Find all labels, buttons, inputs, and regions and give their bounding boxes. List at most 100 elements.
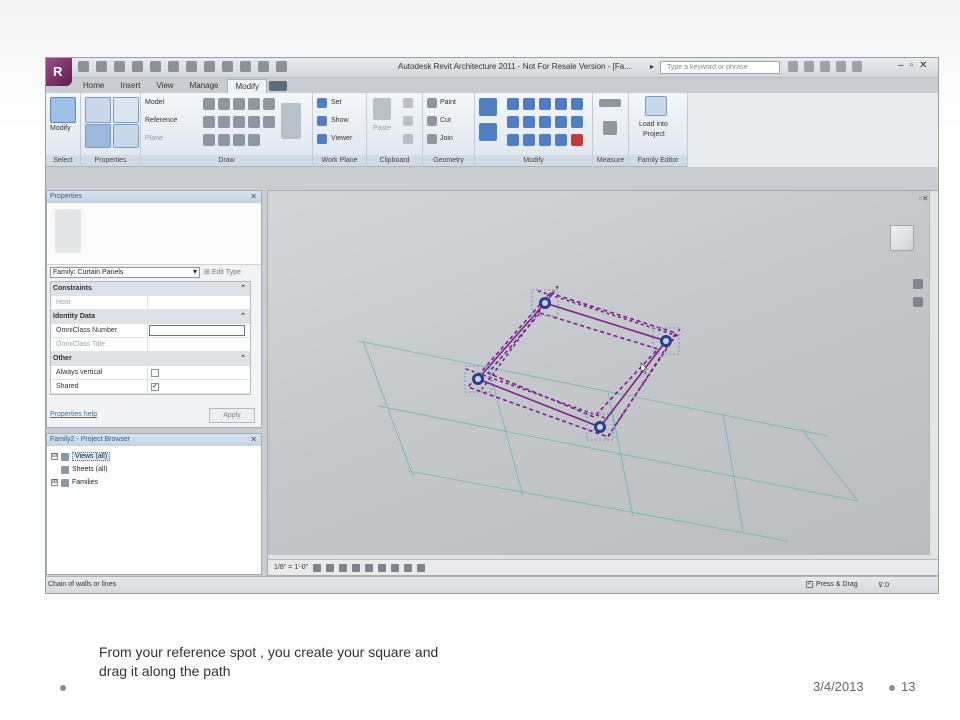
shared-checkbox[interactable]: ✓: [151, 383, 159, 391]
lock-view-icon[interactable]: [391, 563, 400, 572]
binoculars-icon[interactable]: [788, 61, 798, 72]
paint-icon[interactable]: [427, 98, 437, 108]
collapse-toggle-icon[interactable]: ⊟: [51, 453, 58, 460]
scale-icon[interactable]: [571, 116, 583, 128]
align-icon[interactable]: [479, 98, 497, 116]
temporary-hide-icon[interactable]: [404, 563, 413, 572]
reference-line-button[interactable]: Reference: [145, 117, 177, 124]
paste-button[interactable]: Paste: [373, 125, 391, 132]
unpin-icon[interactable]: [539, 134, 551, 146]
arc-start-end-icon[interactable]: [203, 116, 215, 128]
point-element-icon[interactable]: [218, 134, 230, 146]
match-properties-icon[interactable]: [403, 134, 413, 144]
join-icon[interactable]: [427, 134, 437, 144]
mirror-axis-icon[interactable]: [523, 98, 535, 110]
favorites-icon[interactable]: [836, 61, 846, 72]
line-icon[interactable]: [203, 98, 215, 110]
split-gap-icon[interactable]: [523, 134, 535, 146]
tab-insert[interactable]: Insert: [113, 79, 147, 93]
adaptive-point[interactable]: [464, 365, 492, 393]
measure-distance-icon[interactable]: [599, 99, 621, 107]
open-icon[interactable]: [78, 61, 89, 72]
rotate-icon[interactable]: [523, 116, 535, 128]
split-icon[interactable]: [555, 98, 567, 110]
dimension-icon[interactable]: [603, 121, 617, 135]
pick-lines-icon[interactable]: [203, 134, 215, 146]
tab-home[interactable]: Home: [76, 79, 111, 93]
tree-node-views[interactable]: ⊟ Views (all): [51, 450, 261, 463]
steering-wheel-icon[interactable]: [913, 279, 923, 289]
plane-button[interactable]: Plane: [145, 135, 163, 142]
vertical-scrollbar[interactable]: [929, 191, 938, 561]
drawing-viewport[interactable]: ▫✕ 1/8" = 1'-0": [267, 190, 939, 577]
join-button[interactable]: Join: [440, 135, 453, 142]
subscription-icon[interactable]: [804, 61, 814, 72]
undo-icon[interactable]: [114, 61, 125, 72]
search-expand-icon[interactable]: ▸: [650, 62, 654, 71]
copy-icon[interactable]: [403, 116, 413, 126]
ribbon-minimize-toggle[interactable]: [269, 81, 288, 91]
collapse-icon[interactable]: ⌃: [240, 310, 246, 323]
redo-icon[interactable]: [132, 61, 143, 72]
close-button[interactable]: ✕: [919, 60, 927, 71]
array-icon[interactable]: [555, 116, 567, 128]
always-vertical-checkbox[interactable]: [151, 369, 159, 377]
extend-icon[interactable]: [555, 134, 567, 146]
edit-type-button[interactable]: ⊞ Edit Type: [204, 268, 241, 276]
close-view-icon[interactable]: ▫✕: [919, 194, 929, 203]
press-drag-checkbox[interactable]: ✓: [806, 581, 813, 588]
profile-inner-dashed[interactable]: [486, 312, 660, 418]
cut-geometry-icon[interactable]: [427, 116, 437, 126]
shadows-icon[interactable]: [352, 563, 361, 572]
filter-count[interactable]: ⊽:0: [878, 581, 889, 589]
ellipse-icon[interactable]: [263, 116, 275, 128]
view-scale[interactable]: 1/8" = 1'-0": [274, 564, 308, 571]
switch-windows-icon[interactable]: [276, 61, 287, 72]
viewer-icon[interactable]: [317, 134, 327, 144]
rectangle-icon[interactable]: [218, 98, 230, 110]
cut-button[interactable]: Cut: [440, 117, 451, 124]
tab-modify[interactable]: Modify: [227, 79, 268, 93]
show-work-plane-icon[interactable]: [317, 116, 327, 126]
collapse-icon[interactable]: ⌃: [240, 282, 246, 295]
modify-select-button[interactable]: [50, 97, 76, 123]
close-icon[interactable]: ✕: [250, 434, 257, 446]
spline-icon[interactable]: [248, 116, 260, 128]
delete-icon[interactable]: [571, 134, 583, 146]
help-icon[interactable]: [852, 61, 862, 72]
group-other[interactable]: Other ⌃: [51, 352, 250, 366]
pick-path-icon[interactable]: [233, 134, 245, 146]
paint-button[interactable]: Paint: [440, 99, 456, 106]
tab-manage[interactable]: Manage: [183, 79, 226, 93]
tree-node-sheets[interactable]: Sheets (all): [51, 463, 261, 476]
set-work-plane-icon[interactable]: [317, 98, 327, 108]
crop-view-icon[interactable]: [365, 563, 374, 572]
reveal-hidden-icon[interactable]: [417, 563, 426, 572]
circle-icon[interactable]: [248, 98, 260, 110]
sun-path-icon[interactable]: [339, 563, 348, 572]
tab-view[interactable]: View: [149, 79, 180, 93]
thin-lines-icon[interactable]: [240, 61, 251, 72]
close-hidden-icon[interactable]: [258, 61, 269, 72]
model-line-button[interactable]: Model: [145, 99, 164, 106]
visual-style-icon[interactable]: [326, 563, 335, 572]
show-crop-icon[interactable]: [378, 563, 387, 572]
communication-icon[interactable]: [820, 61, 830, 72]
minimize-button[interactable]: –: [898, 60, 904, 71]
print-icon[interactable]: [150, 61, 161, 72]
3d-view-icon[interactable]: [204, 61, 215, 72]
group-identity-data[interactable]: Identity Data ⌃: [51, 310, 250, 324]
polygon-icon[interactable]: [233, 98, 245, 110]
family-type-selector[interactable]: Family: Curtain Panels: [50, 266, 200, 278]
zoom-icon[interactable]: [913, 297, 923, 307]
search-input[interactable]: Type a keyword or phrase: [660, 61, 780, 74]
type-properties-icon[interactable]: [113, 124, 139, 148]
viewer-button[interactable]: Viewer: [331, 135, 352, 142]
square-profile[interactable]: [465, 285, 681, 440]
arc-icon[interactable]: [263, 98, 275, 110]
drawing-canvas[interactable]: [268, 191, 939, 577]
group-constraints[interactable]: Constraints ⌃: [51, 282, 250, 296]
load-into-project-icon[interactable]: [645, 96, 667, 116]
path-line[interactable]: [537, 290, 679, 337]
move-icon[interactable]: [479, 123, 497, 141]
